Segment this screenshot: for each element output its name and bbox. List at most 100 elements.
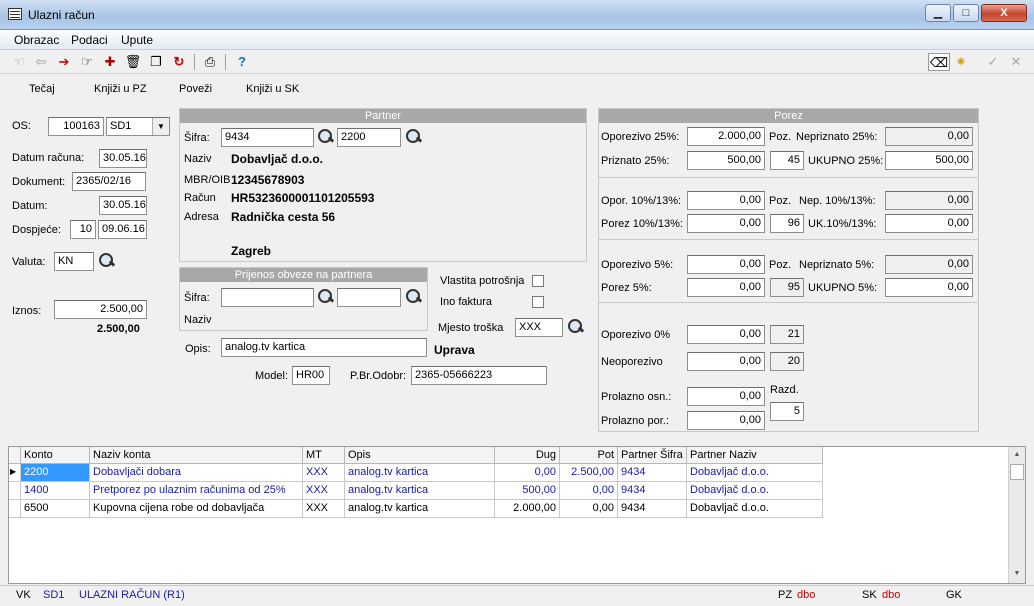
grid-cell-konto[interactable]: 6500 — [21, 500, 90, 518]
pbr-odobr-input[interactable]: 2365-05666223 — [411, 366, 547, 385]
poz25-input[interactable]: 45 — [770, 151, 804, 170]
dokument-input[interactable]: 2365/02/16 — [72, 172, 146, 191]
priznato25-input[interactable]: 500,00 — [687, 151, 765, 170]
pozneo-input[interactable]: 20 — [770, 352, 804, 371]
grid-header-opis[interactable]: Opis — [345, 447, 495, 464]
grid-cell-opis[interactable]: analog.tv kartica — [345, 482, 495, 500]
previous-record-icon[interactable]: ⇦ — [32, 53, 50, 71]
grid-cell-dug[interactable]: 0,00 — [495, 464, 560, 482]
os-combo[interactable]: SD1 ▼ — [106, 117, 170, 136]
tecaj-link[interactable]: Tečaj — [29, 83, 55, 95]
neoporezivo-input[interactable]: 0,00 — [687, 352, 765, 371]
grid-header-naziv-konta[interactable]: Naziv konta — [90, 447, 303, 464]
grid-header-partner-naziv[interactable]: Partner Naziv — [687, 447, 823, 464]
poz0-input[interactable]: 21 — [770, 325, 804, 344]
valuta-input[interactable]: KN — [54, 252, 94, 271]
grid-cell-mt[interactable]: XXX — [303, 464, 345, 482]
grid-cell-konto[interactable]: 2200 — [21, 464, 90, 482]
refresh-icon[interactable]: ↻ — [170, 53, 188, 71]
menu-obrazac[interactable]: Obrazac — [14, 33, 59, 47]
povezi-link[interactable]: Poveži — [179, 83, 212, 95]
grid-cell-partner-naziv[interactable]: Dobavljač d.o.o. — [687, 482, 823, 500]
maximize-button[interactable]: □ — [953, 4, 979, 22]
prijenos-sifra2-search-icon[interactable] — [403, 287, 423, 307]
menu-upute[interactable]: Upute — [121, 33, 153, 47]
nepriznato25-input[interactable]: 0,00 — [885, 127, 973, 146]
grid-cell-partner-sifra[interactable]: 9434 — [618, 464, 687, 482]
porez10-input[interactable]: 0,00 — [687, 214, 765, 233]
cancel-icon[interactable]: ✕ — [1007, 53, 1025, 71]
dospijece-dani-input[interactable]: 10 — [70, 220, 96, 239]
prijenos-sifra2-input[interactable] — [337, 288, 401, 307]
partner-sifra2-input[interactable]: 2200 — [337, 128, 401, 147]
new-record-icon[interactable]: ✚ — [101, 53, 119, 71]
model-input[interactable]: HR00 — [292, 366, 330, 385]
grid-cell-konto[interactable]: 1400 — [21, 482, 90, 500]
iznos-input[interactable]: 2.500,00 — [54, 300, 147, 319]
valuta-search-icon[interactable] — [96, 251, 116, 271]
oporezivo5-input[interactable]: 0,00 — [687, 255, 765, 274]
poz10-input[interactable]: 96 — [770, 214, 804, 233]
first-record-icon[interactable]: ☜ — [10, 53, 28, 71]
grid-header-pot[interactable]: Pot — [560, 447, 618, 464]
grid-cell-partner-naziv[interactable]: Dobavljač d.o.o. — [687, 464, 823, 482]
oporezivo0-input[interactable]: 0,00 — [687, 325, 765, 344]
grid-header-partner-sifra[interactable]: Partner Šifra — [618, 447, 687, 464]
chevron-down-icon[interactable]: ▼ — [152, 118, 169, 135]
oporezivo25-input[interactable]: 2.000,00 — [687, 127, 765, 146]
grid-cell-pot[interactable]: 2.500,00 — [560, 464, 618, 482]
grid-header-mt[interactable]: MT — [303, 447, 345, 464]
vlastita-potrosnja-checkbox[interactable] — [532, 275, 544, 287]
mjesto-troska-input[interactable]: XXX — [515, 318, 563, 337]
ukupno5-input[interactable]: 0,00 — [885, 278, 973, 297]
grid-cell-pot[interactable]: 0,00 — [560, 500, 618, 518]
mjesto-troska-search-icon[interactable] — [565, 317, 585, 337]
prijenos-sifra-search-icon[interactable] — [315, 287, 335, 307]
grid-cell-dug[interactable]: 500,00 — [495, 482, 560, 500]
menu-podaci[interactable]: Podaci — [71, 33, 108, 47]
copy-icon[interactable]: ❐ — [147, 53, 165, 71]
ukupno25-input[interactable]: 500,00 — [885, 151, 973, 170]
partner-sifra-search-icon[interactable] — [315, 127, 335, 147]
row-selector[interactable] — [9, 482, 21, 500]
prolazno-osn-input[interactable]: 0,00 — [687, 387, 765, 406]
os-input[interactable]: 100163 — [48, 117, 104, 136]
knjizi-pz-link[interactable]: Knjiži u PZ — [94, 83, 147, 95]
journal-grid[interactable]: Konto Naziv konta MT Opis Dug Pot Partne… — [8, 446, 1026, 584]
next-record-icon[interactable]: ➔ — [55, 53, 73, 71]
prijenos-sifra-input[interactable] — [221, 288, 314, 307]
datum-input[interactable]: 30.05.16 — [99, 196, 147, 215]
grid-cell-naziv[interactable]: Kupovna cijena robe od dobavljača — [90, 500, 303, 518]
last-record-icon[interactable]: ☞ — [78, 53, 96, 71]
nep10-input[interactable]: 0,00 — [885, 191, 973, 210]
knjizi-sk-link[interactable]: Knjiži u SK — [246, 83, 299, 95]
eraser-icon[interactable]: ⌫ — [928, 53, 950, 71]
grid-cell-dug[interactable]: 2.000,00 — [495, 500, 560, 518]
ino-faktura-checkbox[interactable] — [532, 296, 544, 308]
opis-input[interactable]: analog.tv kartica — [221, 338, 427, 357]
poz5-input[interactable]: 95 — [770, 278, 804, 297]
grid-cell-partner-naziv[interactable]: Dobavljač d.o.o. — [687, 500, 823, 518]
grid-cell-partner-sifra[interactable]: 9434 — [618, 500, 687, 518]
dospijece-input[interactable]: 09.06.16 — [98, 220, 147, 239]
grid-cell-partner-sifra[interactable]: 9434 — [618, 482, 687, 500]
row-selector[interactable] — [9, 500, 21, 518]
confirm-icon[interactable]: ✓ — [984, 53, 1002, 71]
grid-cell-mt[interactable]: XXX — [303, 500, 345, 518]
scroll-up-icon[interactable]: ▲ — [1010, 448, 1024, 462]
close-button[interactable]: X — [981, 4, 1027, 22]
scroll-down-icon[interactable]: ▼ — [1010, 567, 1024, 581]
prolazno-por-input[interactable]: 0,00 — [687, 411, 765, 430]
grid-cell-naziv[interactable]: Pretporez po ulaznim računima od 25% — [90, 482, 303, 500]
help-icon[interactable]: ? — [233, 53, 251, 71]
datum-racuna-input[interactable]: 30.05.16 — [99, 149, 147, 168]
porez5-input[interactable]: 0,00 — [687, 278, 765, 297]
new-sun-icon[interactable]: ✷ — [952, 53, 970, 71]
grid-cell-opis[interactable]: analog.tv kartica — [345, 464, 495, 482]
grid-cell-pot[interactable]: 0,00 — [560, 482, 618, 500]
minimize-button[interactable]: ▁ — [925, 4, 951, 22]
uk10-input[interactable]: 0,00 — [885, 214, 973, 233]
grid-header-konto[interactable]: Konto — [21, 447, 90, 464]
grid-header-dug[interactable]: Dug — [495, 447, 560, 464]
partner-sifra2-search-icon[interactable] — [403, 127, 423, 147]
